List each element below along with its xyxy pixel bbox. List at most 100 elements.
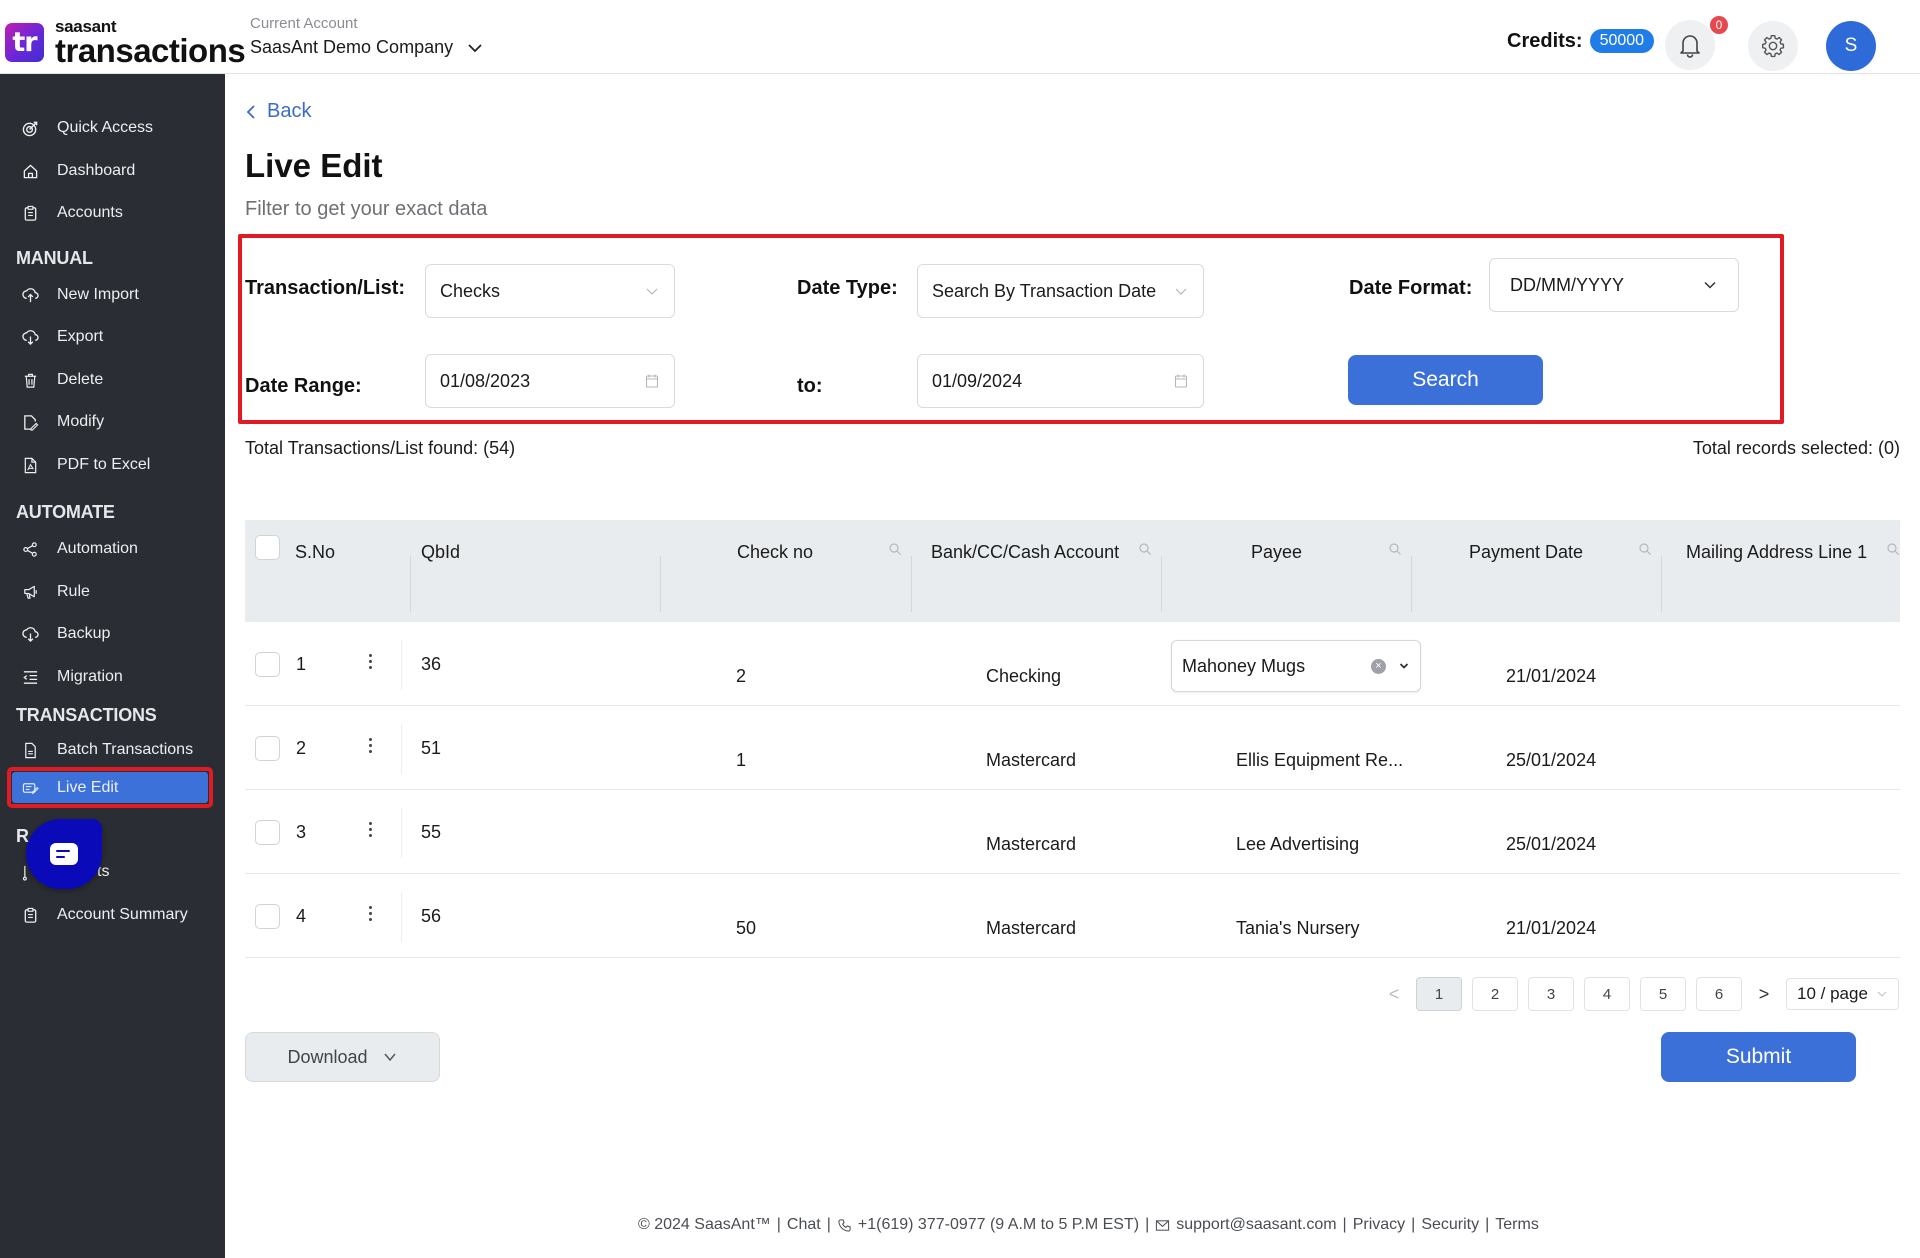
select-all-checkbox[interactable] [255, 535, 280, 560]
column-header-check-no[interactable]: Check no [737, 542, 813, 563]
sidebar-item-accounts[interactable]: Accounts [22, 201, 123, 225]
footer-email[interactable]: support@saasant.com [1176, 1216, 1336, 1234]
sidebar-item-migration[interactable]: Migration [22, 665, 123, 689]
page-button-1[interactable]: 1 [1416, 977, 1462, 1011]
payee-value: Mahoney Mugs [1182, 655, 1306, 676]
sidebar-item-label: Account Summary [57, 906, 188, 923]
cell-payment-date[interactable]: 25/01/2024 [1506, 834, 1596, 855]
search-button[interactable]: Search [1348, 355, 1543, 405]
back-link[interactable]: Back [245, 100, 311, 123]
search-icon[interactable] [1638, 542, 1652, 556]
cell-payment-date[interactable]: 21/01/2024 [1506, 666, 1596, 687]
footer: © 2024 SaasAnt™ | Chat | +1(619) 377-097… [638, 1216, 1539, 1234]
row-menu-icon[interactable] [369, 654, 373, 672]
user-avatar[interactable]: S [1826, 21, 1876, 71]
sidebar-item-pdf-to-excel[interactable]: PDF to Excel [22, 453, 150, 477]
row-checkbox[interactable] [255, 736, 280, 761]
sidebar-item-backup[interactable]: Backup [22, 622, 110, 646]
cell-bank-account[interactable]: Mastercard [986, 918, 1076, 939]
search-icon[interactable] [1138, 542, 1152, 556]
date-to-input[interactable]: 01/09/2024 [917, 354, 1204, 408]
row-checkbox[interactable] [255, 904, 280, 929]
page-button-3[interactable]: 3 [1528, 977, 1574, 1011]
cell-bank-account[interactable]: Mastercard [986, 750, 1076, 771]
page-size-select[interactable]: 10 / page [1786, 978, 1899, 1010]
sidebar-item-automation[interactable]: Automation [22, 537, 138, 561]
sidebar: Quick Access Dashboard Accounts MANUAL N… [0, 74, 225, 1258]
cell-qbid: 51 [421, 738, 442, 758]
row-menu-icon[interactable] [369, 738, 373, 756]
cell-check-no[interactable]: 50 [736, 918, 756, 939]
prev-page-button[interactable]: < [1382, 984, 1406, 1005]
column-header-qbid: QbId [421, 542, 461, 562]
row-menu-icon[interactable] [369, 906, 373, 924]
footer-copyright: © 2024 SaasAnt™ [638, 1216, 771, 1233]
footer-chat-link[interactable]: Chat [787, 1216, 821, 1234]
sidebar-item-export[interactable]: Export [22, 325, 103, 349]
submit-button[interactable]: Submit [1661, 1032, 1856, 1082]
date-format-select[interactable]: DD/MM/YYYY [1489, 258, 1739, 312]
footer-terms-link[interactable]: Terms [1495, 1216, 1539, 1234]
sidebar-item-batch-transactions[interactable]: Batch Transactions [22, 738, 193, 762]
chevron-down-icon[interactable] [1398, 660, 1410, 672]
account-switcher[interactable]: Current Account SaasAnt Demo Company [250, 15, 483, 58]
search-icon[interactable] [1886, 542, 1900, 556]
brand-logo[interactable]: tr saasant transactions [5, 18, 246, 67]
column-header-mailing-address[interactable]: Mailing Address Line 1 [1686, 542, 1867, 563]
cell-bank-account[interactable]: Checking [986, 666, 1061, 687]
account-name-row[interactable]: SaasAnt Demo Company [250, 37, 483, 58]
cell-payee[interactable]: Ellis Equipment Re... [1236, 750, 1403, 771]
cell-payee[interactable]: Lee Advertising [1236, 834, 1359, 855]
notifications-button[interactable] [1665, 20, 1715, 70]
cell-check-no[interactable]: 1 [736, 750, 746, 771]
sidebar-item-new-import[interactable]: New Import [22, 283, 139, 307]
row-checkbox[interactable] [255, 820, 280, 845]
row-menu-icon[interactable] [369, 822, 373, 840]
page-button-6[interactable]: 6 [1696, 977, 1742, 1011]
cell-sno: 1 [296, 654, 307, 674]
chat-widget-button[interactable] [26, 819, 102, 889]
sidebar-item-quick-access[interactable]: Quick Access [22, 116, 153, 140]
cell-payment-date[interactable]: 25/01/2024 [1506, 750, 1596, 771]
transaction-list-value: Checks [440, 280, 501, 301]
sidebar-item-account-summary[interactable]: Account Summary [22, 903, 188, 927]
transaction-list-select[interactable]: Checks [425, 264, 675, 318]
page-button-5[interactable]: 5 [1640, 977, 1686, 1011]
sidebar-item-delete[interactable]: Delete [22, 368, 103, 392]
column-header-payment-date[interactable]: Payment Date [1469, 542, 1583, 563]
page-button-4[interactable]: 4 [1584, 977, 1630, 1011]
footer-phone[interactable]: +1(619) 377-0977 (9 A.M to 5 P.M EST) [858, 1216, 1139, 1234]
footer-privacy-link[interactable]: Privacy [1353, 1216, 1405, 1234]
sidebar-item-dashboard[interactable]: Dashboard [22, 159, 135, 183]
total-found-text: Total Transactions/List found: (54) [245, 438, 516, 458]
date-from-input[interactable]: 01/08/2023 [425, 354, 675, 408]
search-icon[interactable] [1388, 542, 1402, 556]
cell-bank-account[interactable]: Mastercard [986, 834, 1076, 855]
column-header-bank-account[interactable]: Bank/CC/Cash Account [931, 542, 1119, 563]
mail-icon [1156, 1219, 1170, 1231]
column-divider [1661, 556, 1662, 612]
download-button[interactable]: Download [245, 1032, 440, 1082]
settings-button[interactable] [1748, 21, 1798, 71]
transactions-table: S.No QbId Check no Bank/CC/Cash Account … [245, 520, 1900, 958]
account-name: SaasAnt Demo Company [250, 37, 454, 57]
search-icon[interactable] [888, 542, 902, 556]
footer-security-link[interactable]: Security [1421, 1216, 1479, 1234]
cell-payment-date[interactable]: 21/01/2024 [1506, 918, 1596, 939]
sidebar-item-rule[interactable]: Rule [22, 580, 90, 604]
account-label: Current Account [250, 15, 358, 32]
cell-payee[interactable]: Tania's Nursery [1236, 918, 1359, 939]
footer-separator: | [1342, 1216, 1347, 1233]
date-type-select[interactable]: Search By Transaction Date [917, 264, 1204, 318]
sidebar-item-modify[interactable]: Modify [22, 410, 104, 434]
page-button-2[interactable]: 2 [1472, 977, 1518, 1011]
total-selected-text: Total records selected: (0) [1692, 438, 1900, 458]
megaphone-icon [24, 585, 37, 599]
column-header-payee[interactable]: Payee [1251, 542, 1302, 563]
cell-check-no[interactable]: 2 [736, 666, 746, 687]
next-page-button[interactable]: > [1752, 984, 1776, 1005]
sidebar-item-live-edit[interactable]: Live Edit [22, 776, 118, 800]
row-checkbox[interactable] [255, 652, 280, 677]
payee-select[interactable]: Mahoney Mugs × [1171, 640, 1421, 692]
clear-icon[interactable]: × [1371, 658, 1386, 674]
